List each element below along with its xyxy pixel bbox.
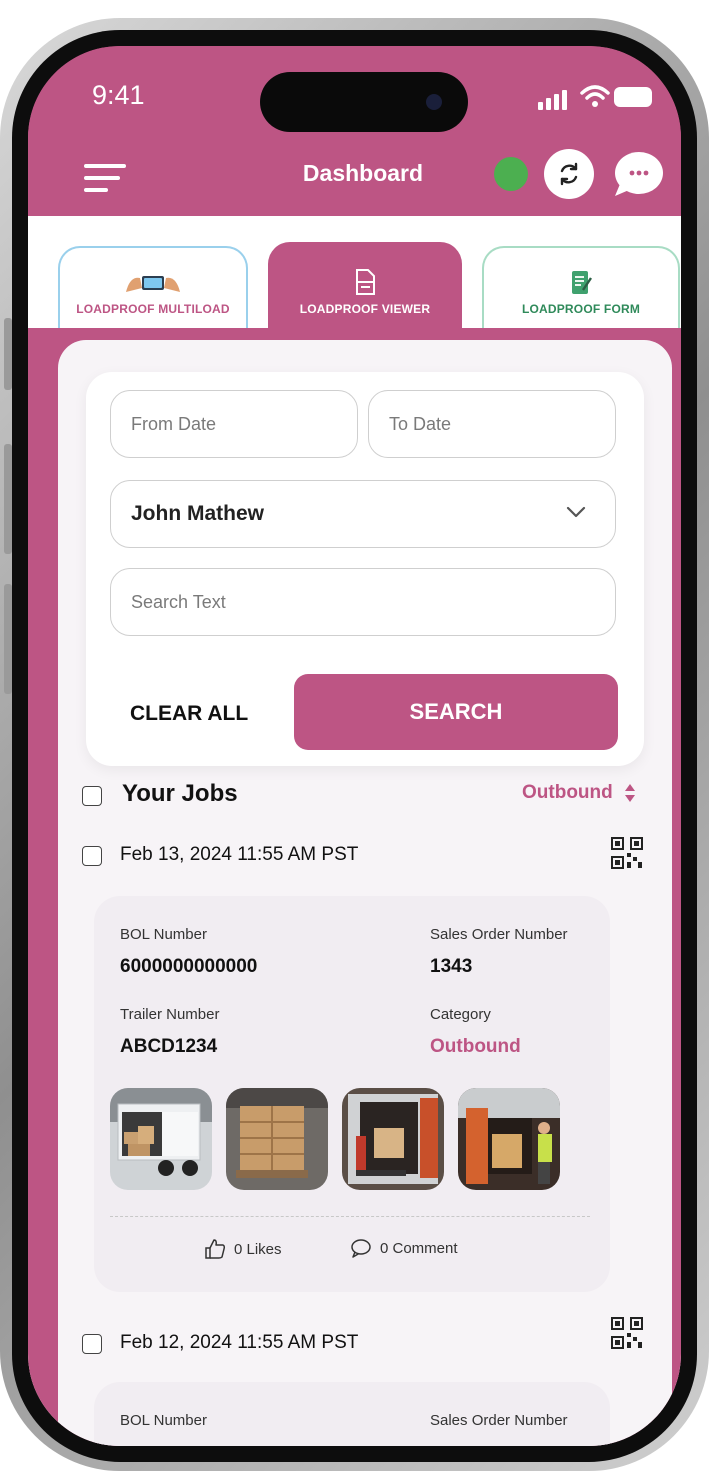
thumbs-up-icon	[205, 1239, 226, 1259]
loading-dock-photo[interactable]	[342, 1088, 444, 1190]
trailer-value: ABCD1234	[120, 1036, 218, 1057]
job-checkbox[interactable]	[82, 1334, 102, 1354]
job-card[interactable]: BOL Number Sales Order Number	[94, 1382, 610, 1446]
category-label: Category	[430, 1006, 491, 1023]
document-viewer-icon	[356, 269, 375, 295]
job-checkbox[interactable]	[82, 846, 102, 866]
to-date-field[interactable]: To Date	[368, 390, 616, 458]
job-card[interactable]: BOL Number 6000000000000 Sales Order Num…	[94, 896, 610, 1292]
photo-thumbnails	[110, 1088, 560, 1190]
search-button[interactable]: SEARCH	[294, 674, 618, 750]
sync-button[interactable]	[544, 149, 594, 199]
camera-icon	[426, 94, 442, 110]
pallet-photo[interactable]	[226, 1088, 328, 1190]
category-value: Outbound	[430, 1036, 521, 1057]
tab-loadproof-multiload[interactable]: LOADPROOF MULTILOAD	[58, 246, 248, 328]
from-date-field[interactable]: From Date	[110, 390, 358, 458]
page-title: Dashboard	[302, 160, 424, 186]
user-select-value: John Mathew	[131, 502, 265, 525]
tab-label: LOADPROOF FORM	[521, 302, 641, 316]
app-header: 9:41 Dashboard	[28, 46, 681, 216]
chat-bubble-icon[interactable]	[612, 150, 664, 200]
tab-label: LOADPROOF MULTILOAD	[76, 302, 230, 316]
direction-sort-label: Outbound	[522, 782, 613, 803]
bol-value: 6000000000000	[120, 956, 258, 977]
battery-icon	[614, 87, 652, 107]
forklift-worker-photo[interactable]	[458, 1088, 560, 1190]
user-select[interactable]: John Mathew	[110, 480, 616, 548]
card-divider	[110, 1216, 590, 1217]
tab-loadproof-form[interactable]: LOADPROOF FORM	[482, 246, 680, 328]
hamburger-menu-icon[interactable]	[84, 164, 126, 194]
qr-code-icon[interactable]	[610, 1316, 644, 1350]
sales-order-value: 1343	[430, 956, 473, 977]
bol-label: BOL Number	[120, 1412, 207, 1429]
tab-label: LOADPROOF VIEWER	[299, 302, 431, 316]
status-time: 9:41	[92, 80, 145, 110]
like-button[interactable]: 0 Likes	[204, 1238, 282, 1260]
screen: 9:41 Dashboard LOADPROOF MULTILOAD LOADP…	[28, 46, 681, 1446]
comment-button[interactable]: 0 Comment	[350, 1238, 458, 1258]
volume-up-button	[4, 444, 12, 554]
search-text-field[interactable]: Search Text	[110, 568, 616, 636]
sync-icon	[560, 162, 578, 186]
job-date: Feb 13, 2024 11:55 AM PST	[120, 844, 359, 865]
direction-sort-select[interactable]: Outbound	[522, 782, 637, 804]
online-status-indicator	[494, 157, 528, 191]
job-date: Feb 12, 2024 11:55 AM PST	[120, 1332, 359, 1353]
trailer-label: Trailer Number	[120, 1006, 220, 1023]
sales-order-label: Sales Order Number	[430, 926, 568, 943]
signal-icon	[538, 90, 567, 110]
comment-icon	[351, 1239, 371, 1258]
bol-label: BOL Number	[120, 926, 207, 943]
qr-code-icon[interactable]	[610, 836, 644, 870]
truck-photo[interactable]	[110, 1088, 212, 1190]
sales-order-label: Sales Order Number	[430, 1412, 568, 1429]
tab-loadproof-viewer[interactable]: LOADPROOF VIEWER	[268, 242, 462, 328]
likes-count: 0 Likes	[234, 1240, 282, 1258]
main-content: LOADPROOF MULTILOAD LOADPROOF VIEWER LOA…	[28, 216, 681, 1446]
sort-icon	[624, 784, 635, 802]
jobs-title: Your Jobs	[122, 780, 238, 807]
filter-card: From Date To Date John Mathew Search Tex…	[86, 372, 644, 766]
mute-switch	[4, 318, 12, 390]
tab-bar: LOADPROOF MULTILOAD LOADPROOF VIEWER LOA…	[28, 216, 681, 328]
form-icon	[572, 271, 592, 294]
wifi-icon	[580, 85, 610, 107]
multiload-icon	[126, 276, 180, 292]
dynamic-island	[260, 72, 468, 132]
clear-all-button[interactable]: CLEAR ALL	[130, 702, 248, 726]
comments-count: 0 Comment	[380, 1239, 458, 1257]
select-all-checkbox[interactable]	[82, 786, 102, 806]
volume-down-button	[4, 584, 12, 694]
chevron-down-icon	[566, 506, 586, 518]
